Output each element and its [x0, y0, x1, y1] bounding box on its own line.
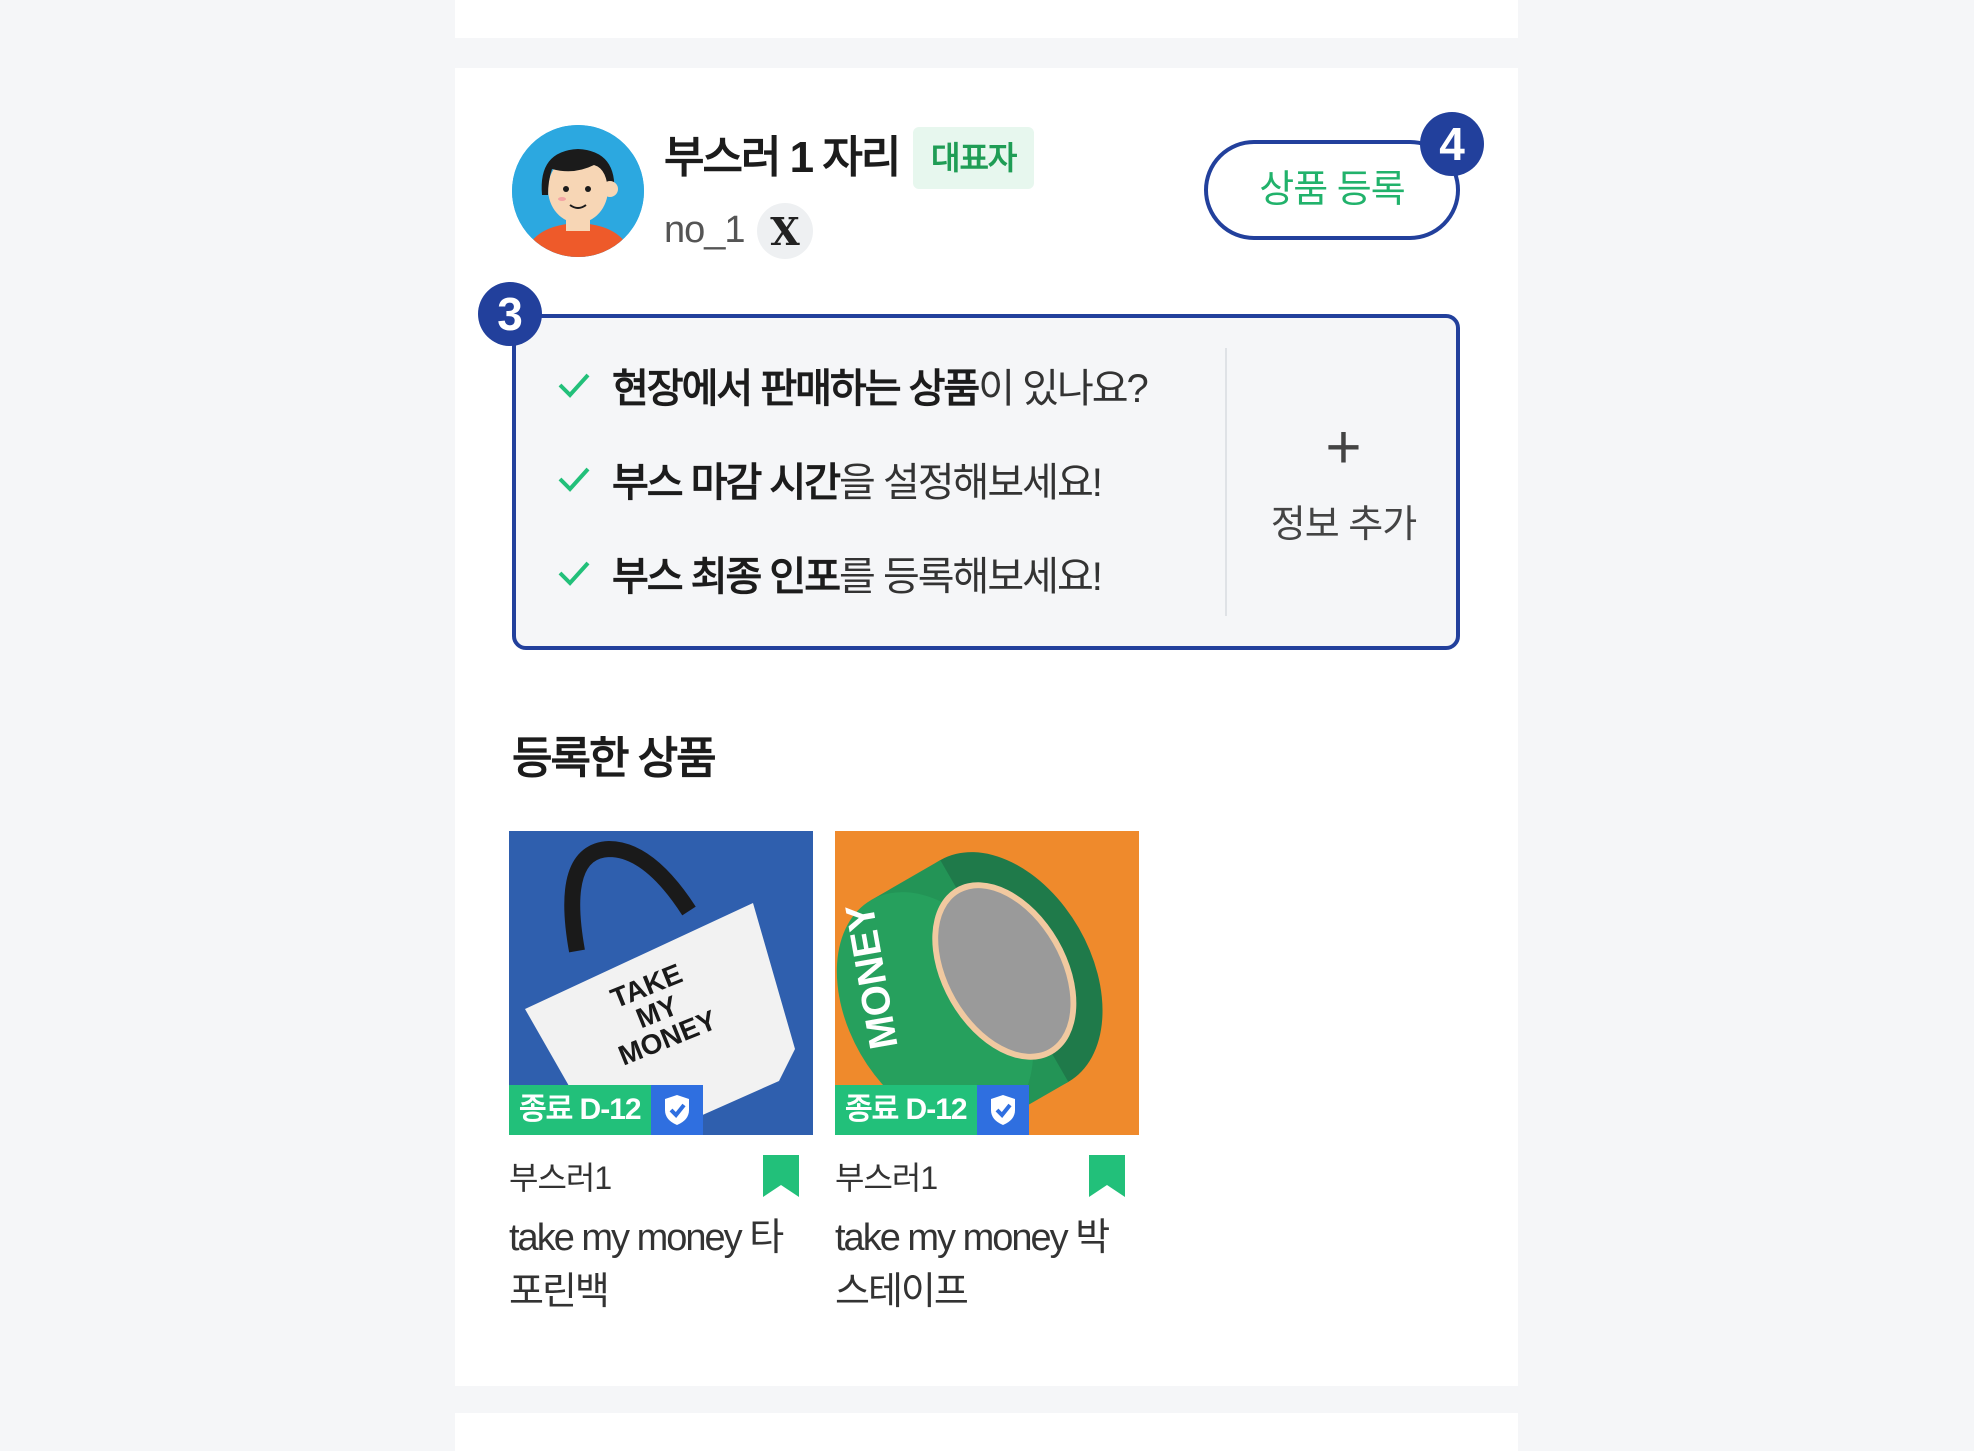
deadline-text: 종료 D-12: [509, 1085, 651, 1135]
booth-card: 부스러 1 자리 대표자 no_1 X 상품 등록 4 현장에서 판매하는 상품…: [455, 68, 1518, 1386]
x-icon-glyph: X: [770, 208, 800, 254]
booth-name: 부스러 1 자리: [664, 133, 901, 182]
step-badge-4: 4: [1420, 112, 1484, 176]
step-badge-3: 3: [478, 282, 542, 346]
verified-shield-icon: [976, 1085, 1029, 1135]
info-item-bold: 부스 마감 시간: [612, 461, 841, 505]
verified-shield-icon: [650, 1085, 703, 1135]
info-item-text: 을 설정해보세요!: [839, 461, 1103, 505]
avatar-illustration: [512, 125, 644, 257]
info-item-closing-time: 부스 마감 시간 을 설정해보세요!: [554, 454, 1103, 505]
info-item-text: 를 등록해보세요!: [839, 555, 1103, 599]
next-card: [455, 1413, 1518, 1451]
info-item-final-info: 부스 최종 인포 를 등록해보세요!: [554, 548, 1103, 599]
check-icon: [558, 561, 590, 586]
previous-card: [455, 0, 1518, 38]
product-title[interactable]: take my money 타포린백: [509, 1211, 813, 1319]
product-image-tote-bag[interactable]: TAKE MY MONEY 종료 D-12: [509, 831, 813, 1135]
x-icon[interactable]: X: [757, 203, 813, 259]
seller-row: 부스러1: [509, 1147, 813, 1209]
add-info-button[interactable]: + 정보 추가: [1227, 318, 1460, 646]
section-title: 등록한 상품: [512, 734, 717, 783]
bookmark-icon[interactable]: [1087, 1155, 1127, 1197]
deadline-badge: 종료 D-12: [835, 1085, 1029, 1135]
seller-row: 부스러1: [835, 1147, 1139, 1209]
check-icon: [558, 467, 590, 492]
booth-info-box[interactable]: 현장에서 판매하는 상품 이 있나요? 부스 마감 시간 을 설정해보세요! 부스 …: [512, 314, 1460, 650]
product-card[interactable]: TAKE MY MONEY 종료 D-12 부스러1 take my money…: [509, 831, 813, 1319]
plus-icon: +: [1325, 412, 1362, 482]
info-item-products: 현장에서 판매하는 상품 이 있나요?: [554, 360, 1149, 411]
bookmark-icon[interactable]: [761, 1155, 801, 1197]
info-item-bold: 현장에서 판매하는 상품: [612, 367, 980, 411]
product-image-box-tape[interactable]: MONEY 종료 D-12: [835, 831, 1139, 1135]
add-info-label: 정보 추가: [1270, 503, 1417, 546]
check-icon: [558, 373, 590, 398]
product-card[interactable]: MONEY 종료 D-12 부스러1 take my money 박스테이프: [835, 831, 1139, 1319]
social-handle: no_1: [664, 209, 746, 251]
deadline-badge: 종료 D-12: [509, 1085, 703, 1135]
product-title[interactable]: take my money 박스테이프: [835, 1211, 1139, 1319]
avatar[interactable]: [512, 125, 644, 257]
info-item-bold: 부스 최종 인포: [612, 555, 841, 599]
representative-badge: 대표자: [913, 127, 1035, 189]
info-item-text: 이 있나요?: [978, 367, 1149, 411]
deadline-text: 종료 D-12: [835, 1085, 977, 1135]
